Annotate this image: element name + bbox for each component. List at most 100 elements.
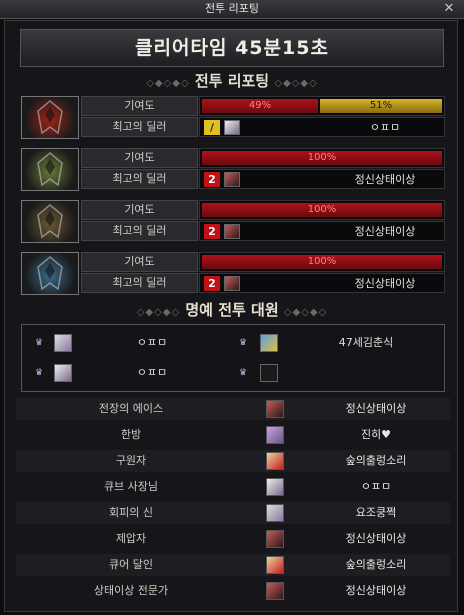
red-boss-portrait-icon xyxy=(21,96,79,139)
contribution-bar: 100% xyxy=(202,151,442,165)
avatar xyxy=(266,478,284,496)
top-dealer-name: 정신상태이상 xyxy=(354,277,416,290)
avatar xyxy=(54,364,72,382)
contribution-row: 기여도 100% xyxy=(81,200,445,220)
top-dealer-row: 최고의 딜러 2 정신상태이상 xyxy=(81,169,445,189)
contribution-bar: 100% xyxy=(202,255,442,269)
avatar xyxy=(54,334,72,352)
award-row: 회피의 신 요조쿵쩍 xyxy=(16,502,450,524)
honor-members-box: ♛ ㅇㅍㅁ ♛ 47세김춘식 ♛ ㅇㅍㅁ ♛ xyxy=(21,324,445,392)
crown-icon: ♛ xyxy=(238,368,248,378)
honor-member-name: ㅇㅍㅁ xyxy=(136,366,168,379)
contribution-row: 기여도 100% xyxy=(81,148,445,168)
top-dealer-row: 최고의 딜러 2 정신상태이상 xyxy=(81,273,445,293)
top-dealer-name: ㅇㅍㅁ xyxy=(369,121,401,134)
honor-member[interactable]: ♛ ㅇㅍㅁ xyxy=(32,363,228,383)
blue-boss-portrait-icon xyxy=(21,252,79,295)
window-titlebar: 전투 리포팅 ✕ xyxy=(0,0,464,19)
contribution-label: 기여도 xyxy=(81,96,198,116)
boss-report: 기여도 100% 최고의 딜러 2 정신상태이상 xyxy=(21,148,445,191)
right-ornament-icon: ◇◆◇◆◇ xyxy=(274,78,318,89)
avatar xyxy=(260,364,278,382)
award-row: 제압자 정신상태이상 xyxy=(16,528,450,550)
top-dealer-row: 최고의 딜러 / ㅇㅍㅁ xyxy=(81,117,445,137)
dealer-rank-icon: 2 xyxy=(204,276,220,291)
avatar xyxy=(260,334,278,352)
top-dealer-label: 최고의 딜러 xyxy=(81,273,198,293)
award-title: 제압자 xyxy=(115,532,147,545)
top-dealer-value: 2 정신상태이상 xyxy=(199,273,445,293)
award-row: 한방 진히♥ xyxy=(16,424,450,446)
contribution-value: 100% xyxy=(199,200,445,220)
honor-title: 명예 전투 대원 xyxy=(185,301,279,319)
award-winner-name: 정신상태이상 xyxy=(345,584,407,597)
award-winner-name: 진히♥ xyxy=(360,428,392,441)
crown-icon: ♛ xyxy=(238,338,248,348)
top-dealer-value: / ㅇㅍㅁ xyxy=(199,117,445,137)
honor-member-name: ㅇㅍㅁ xyxy=(136,336,168,349)
avatar xyxy=(266,530,284,548)
left-ornament-icon: ◇◆◇◆◇ xyxy=(146,78,190,89)
avatar xyxy=(224,224,240,239)
award-title: 큐어 달인 xyxy=(109,558,153,571)
honor-member[interactable]: ♛ xyxy=(236,363,432,383)
award-title: 큐브 사장님 xyxy=(103,480,159,493)
right-ornament-icon: ◇◆◇◆◇ xyxy=(283,307,328,318)
contribution-bar: 51% xyxy=(320,99,442,113)
contribution-row: 기여도 49% 51% xyxy=(81,96,445,116)
dealer-rank-icon: 2 xyxy=(204,224,220,239)
award-row: 상태이상 전문가 정신상태이상 xyxy=(16,580,450,602)
avatar xyxy=(266,426,284,444)
contribution-label: 기여도 xyxy=(81,200,198,220)
contribution-bar: 49% xyxy=(202,99,318,113)
battle-report-title: 전투 리포팅 xyxy=(194,72,270,90)
contribution-label: 기여도 xyxy=(81,148,198,168)
award-row: 큐브 사장님 ㅇㅍㅁ xyxy=(16,476,450,498)
crown-icon: ♛ xyxy=(34,338,44,348)
contribution-label: 기여도 xyxy=(81,252,198,272)
award-winner-name: 숲의출렁소리 xyxy=(345,558,407,571)
award-title: 한방 xyxy=(120,428,142,441)
dealer-rank-icon: / xyxy=(204,120,220,135)
avatar xyxy=(224,276,240,291)
contribution-row: 기여도 100% xyxy=(81,252,445,272)
boss-report: 기여도 100% 최고의 딜러 2 정신상태이상 xyxy=(21,200,445,243)
avatar xyxy=(266,582,284,600)
top-dealer-value: 2 정신상태이상 xyxy=(199,169,445,189)
award-winner-name: 정신상태이상 xyxy=(345,532,407,545)
award-winner-name: 요조쿵쩍 xyxy=(355,506,397,519)
top-dealer-label: 최고의 딜러 xyxy=(81,169,198,189)
award-winner-name: ㅇㅍㅁ xyxy=(360,480,392,493)
award-row: 큐어 달인 숲의출렁소리 xyxy=(16,554,450,576)
top-dealer-row: 최고의 딜러 2 정신상태이상 xyxy=(81,221,445,241)
avatar xyxy=(266,452,284,470)
clear-time-banner: 클리어타임 45분15초 xyxy=(20,29,444,67)
contribution-value: 100% xyxy=(199,148,445,168)
top-dealer-label: 최고의 딜러 xyxy=(81,117,198,137)
award-title: 상태이상 전문가 xyxy=(93,584,169,597)
avatar xyxy=(266,556,284,574)
top-dealer-name: 정신상태이상 xyxy=(354,173,416,186)
honor-member[interactable]: ♛ 47세김춘식 xyxy=(236,333,432,353)
award-title: 전장의 에이스 xyxy=(98,402,164,415)
honor-member[interactable]: ♛ ㅇㅍㅁ xyxy=(32,333,228,353)
bronze-boss-portrait-icon xyxy=(21,200,79,243)
contribution-value: 100% xyxy=(199,252,445,272)
green-boss-portrait-icon xyxy=(21,148,79,191)
avatar xyxy=(266,504,284,522)
award-winner-name: 정신상태이상 xyxy=(345,402,407,415)
top-dealer-value: 2 정신상태이상 xyxy=(199,221,445,241)
award-winner-name: 숲의출렁소리 xyxy=(345,454,407,467)
avatar xyxy=(266,400,284,418)
close-icon[interactable]: ✕ xyxy=(442,0,456,18)
award-row: 구원자 숲의출렁소리 xyxy=(16,450,450,472)
avatar xyxy=(224,120,240,135)
honor-header: ◇◆◇◆◇ 명예 전투 대원 ◇◆◇◆◇ xyxy=(0,300,464,320)
contribution-value: 49% 51% xyxy=(199,96,445,116)
award-title: 회피의 신 xyxy=(109,506,153,519)
left-ornament-icon: ◇◆◇◆◇ xyxy=(136,307,181,318)
contribution-bar: 100% xyxy=(202,203,442,217)
award-title: 구원자 xyxy=(115,454,147,467)
boss-report: 기여도 49% 51% 최고의 딜러 / ㅇㅍㅁ xyxy=(21,96,445,139)
top-dealer-name: 정신상태이상 xyxy=(354,225,416,238)
